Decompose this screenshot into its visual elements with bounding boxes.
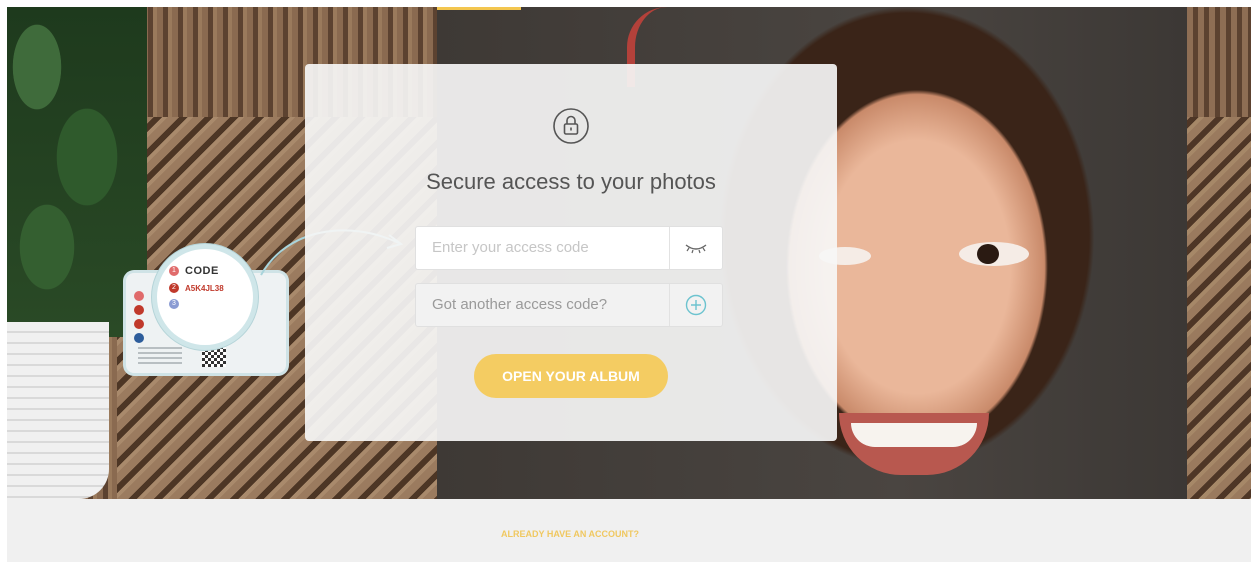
card-dot xyxy=(134,319,144,329)
magnifier-row-value: 2 A5K4JL38 xyxy=(169,283,224,293)
footer: ALREADY HAVE AN ACCOUNT? xyxy=(7,499,1251,562)
eye-closed-icon xyxy=(685,244,707,254)
another-code-label[interactable]: Got another access code? xyxy=(416,284,669,326)
right-eye-image xyxy=(959,242,1029,266)
plus-circle-icon xyxy=(685,294,707,316)
plant-pot-image xyxy=(7,322,109,499)
code-magnifier: 1 CODE 2 A5K4JL38 3 xyxy=(157,249,253,345)
card-step-dots xyxy=(134,291,146,347)
magnifier-row-code: 1 CODE xyxy=(169,265,219,277)
magnifier-row-third: 3 xyxy=(169,299,179,309)
step-number: 3 xyxy=(169,299,179,309)
lock-icon xyxy=(552,107,590,145)
hero-background: 1 CODE 2 A5K4JL38 3 Secure access to you… xyxy=(7,7,1251,499)
card-dot xyxy=(134,333,144,343)
step-number: 1 xyxy=(169,266,179,276)
page-frame: 1 CODE 2 A5K4JL38 3 Secure access to you… xyxy=(7,7,1251,562)
show-code-toggle[interactable] xyxy=(669,227,722,269)
wood-wall-right-top xyxy=(1187,7,1251,117)
access-code-input[interactable] xyxy=(416,227,669,269)
add-code-button[interactable] xyxy=(669,284,722,326)
card-dot xyxy=(134,291,144,301)
page-title: Secure access to your photos xyxy=(426,169,716,194)
qr-code-icon xyxy=(202,343,226,367)
already-have-account-link[interactable]: ALREADY HAVE AN ACCOUNT? xyxy=(7,529,1133,539)
access-panel: Secure access to your photos Got another… xyxy=(305,64,837,441)
access-code-field xyxy=(415,226,723,270)
card-text-lines xyxy=(138,347,182,365)
accent-bar xyxy=(437,7,521,10)
code-value: A5K4JL38 xyxy=(185,283,224,293)
open-album-button[interactable]: OPEN YOUR ALBUM xyxy=(474,354,668,398)
step-number: 2 xyxy=(169,283,179,293)
another-code-field[interactable]: Got another access code? xyxy=(415,283,723,327)
code-label: CODE xyxy=(185,265,219,277)
card-dot xyxy=(134,305,144,315)
